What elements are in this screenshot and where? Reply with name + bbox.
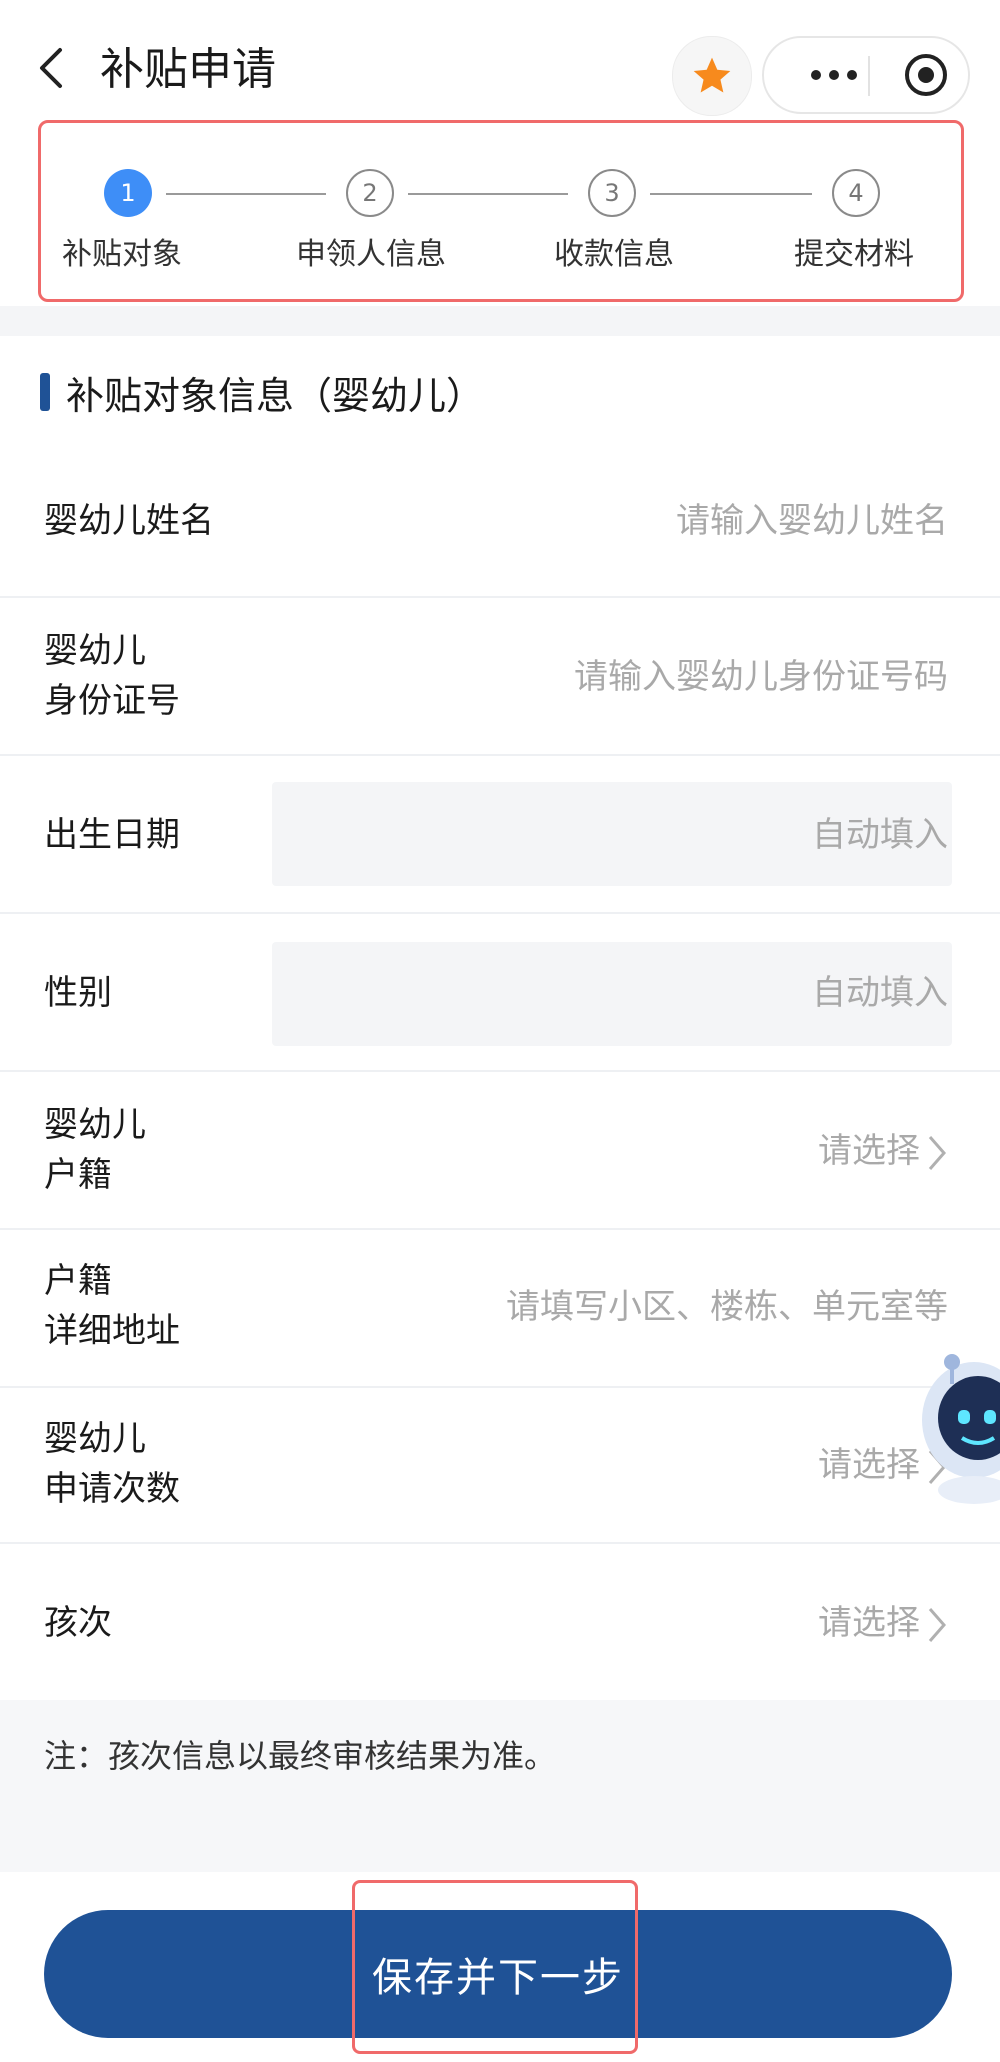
robot-icon (922, 1354, 1000, 1504)
nav-bar: 补贴申请 (0, 0, 1000, 120)
name-input[interactable]: 请输入婴幼儿姓名 (676, 496, 948, 546)
field-label: 婴幼儿 申请次数 (44, 1414, 180, 1514)
field-row-apply-count[interactable]: 婴幼儿 申请次数 请选择 (0, 1388, 1000, 1544)
id-number-input[interactable]: 请输入婴幼儿身份证号码 (574, 652, 948, 702)
household-select[interactable]: 请选择 (818, 1126, 948, 1176)
field-label: 出生日期 (44, 815, 180, 855)
step-connector (408, 193, 568, 195)
field-label-line: 户籍 (44, 1155, 112, 1195)
birth-date-value: 自动填入 (812, 815, 948, 855)
field-label-line: 详细地址 (44, 1311, 180, 1351)
field-label: 婴幼儿 户籍 (44, 1100, 146, 1200)
chevron-left-icon (40, 48, 62, 88)
assistant-robot-button[interactable] (912, 1340, 1000, 1510)
mini-program-capsule (762, 36, 970, 114)
child-order-select[interactable]: 请选择 (818, 1598, 948, 1648)
field-label: 户籍 详细地址 (44, 1256, 180, 1356)
field-row-gender: 性别 自动填入 (0, 914, 1000, 1072)
section-title: 补贴对象信息（婴幼儿） (66, 373, 485, 418)
page-title: 补贴申请 (100, 44, 276, 95)
field-label-line: 身份证号 (44, 681, 180, 721)
field-row-name[interactable]: 婴幼儿姓名 请输入婴幼儿姓名 (0, 446, 1000, 598)
field-label-line: 婴幼儿 (44, 631, 146, 671)
step-indicator: 1 2 3 4 补贴对象 申领人信息 收款信息 提交材料 (38, 120, 964, 302)
highlight-box (352, 1880, 638, 2054)
field-label: 孩次 (44, 1603, 112, 1643)
section-accent-bar (40, 373, 50, 411)
close-miniprogram-button[interactable] (886, 38, 966, 112)
step-3-circle: 3 (588, 169, 636, 217)
step-connector (650, 193, 812, 195)
star-icon (693, 57, 731, 93)
note-panel: 注：孩次信息以最终审核结果为准。 (0, 1700, 1000, 1872)
gender-value: 自动填入 (812, 973, 948, 1013)
favorite-button[interactable] (672, 36, 752, 116)
step-1-label: 补贴对象 (62, 237, 182, 272)
address-input[interactable]: 请填写小区、楼栋、单元室等 (506, 1282, 948, 1332)
field-row-child-order[interactable]: 孩次 请选择 (0, 1544, 1000, 1700)
step-2-circle: 2 (346, 169, 394, 217)
back-button[interactable] (30, 40, 80, 100)
step-1-circle: 1 (104, 169, 152, 217)
capsule-divider (868, 56, 870, 96)
section-gap (0, 306, 1000, 336)
chevron-right-icon (928, 1607, 946, 1642)
field-label-line: 户籍 (44, 1261, 112, 1301)
section-header: 补贴对象信息（婴幼儿） (40, 362, 484, 422)
step-3-label: 收款信息 (554, 237, 674, 272)
step-2-label: 申领人信息 (296, 237, 446, 272)
step-4-label: 提交材料 (794, 237, 914, 272)
more-dots-icon (811, 70, 857, 80)
select-placeholder: 请选择 (818, 1603, 920, 1643)
field-row-id-number[interactable]: 婴幼儿 身份证号 请输入婴幼儿身份证号码 (0, 598, 1000, 756)
chevron-right-icon (928, 1135, 946, 1170)
step-connector (166, 193, 326, 195)
step-4-circle: 4 (832, 169, 880, 217)
field-row-birth-date: 出生日期 自动填入 (0, 756, 1000, 914)
field-label-line: 婴幼儿 (44, 1419, 146, 1459)
field-label-line: 申请次数 (44, 1469, 180, 1509)
note-text: 注：孩次信息以最终审核结果为准。 (44, 1737, 557, 1775)
field-label: 性别 (44, 973, 112, 1013)
field-label: 婴幼儿姓名 (44, 501, 214, 541)
target-icon (905, 54, 947, 96)
field-row-address[interactable]: 户籍 详细地址 请填写小区、楼栋、单元室等 (0, 1230, 1000, 1388)
more-button[interactable] (794, 38, 874, 112)
field-row-household[interactable]: 婴幼儿 户籍 请选择 (0, 1072, 1000, 1230)
select-placeholder: 请选择 (818, 1445, 920, 1485)
field-label: 婴幼儿 身份证号 (44, 626, 180, 726)
field-label-line: 婴幼儿 (44, 1105, 146, 1145)
select-placeholder: 请选择 (818, 1131, 920, 1171)
